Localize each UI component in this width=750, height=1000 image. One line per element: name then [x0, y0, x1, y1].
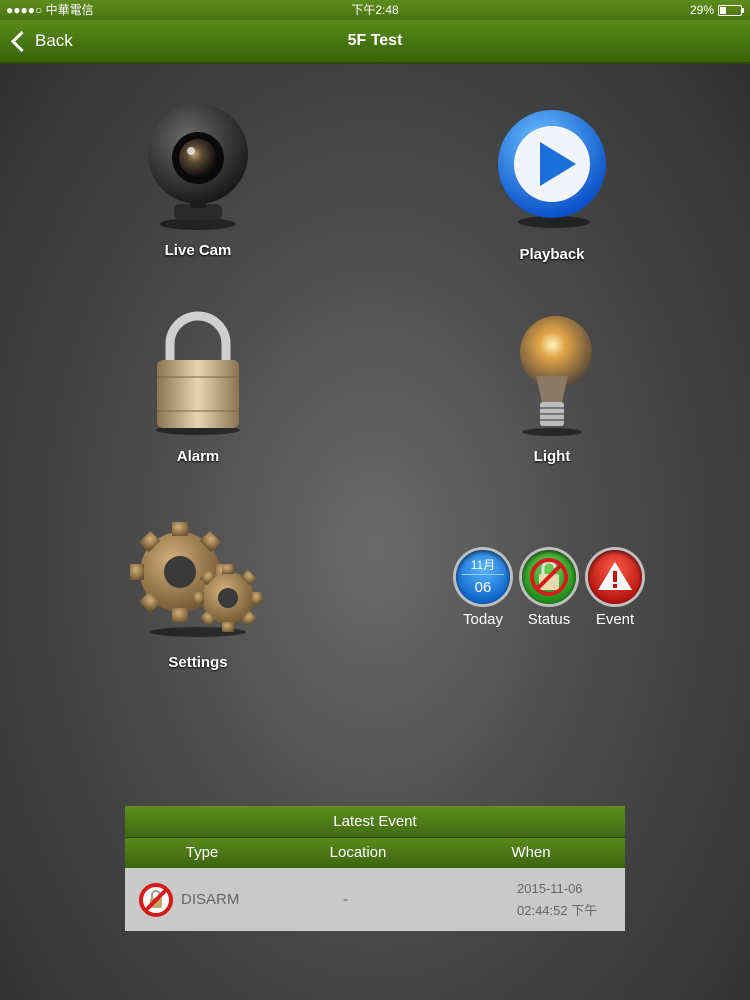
col-location: Location [329, 844, 387, 861]
lock-status-icon [522, 550, 576, 604]
light-button[interactable]: Light [452, 310, 652, 465]
table-header: Type Location When [125, 838, 625, 868]
col-type: Type [185, 844, 219, 861]
webcam-icon [148, 104, 248, 230]
nav-bar: 5F Test Back [0, 20, 750, 64]
battery-area: 29% [689, 0, 744, 20]
event-type-cell: DISARM [125, 882, 279, 917]
event-button[interactable]: Event [587, 550, 643, 628]
latest-event-title: Latest Event [125, 806, 625, 838]
clock: 下午2:48 [351, 3, 399, 17]
quick-buttons: 11月 06 Today Status Event [455, 550, 643, 628]
event-type: DISARM [181, 891, 240, 908]
gears-icon [130, 522, 262, 637]
event-label: Event [595, 611, 635, 628]
calendar-icon: 11月 06 [456, 550, 510, 604]
playback-label: Playback [519, 246, 585, 263]
chevron-left-icon [10, 30, 33, 52]
alarm-button[interactable]: Alarm [98, 310, 298, 465]
back-button[interactable]: Back [10, 20, 73, 62]
table-row[interactable]: DISARM - 2015-11-06 02:44:52 下午 [125, 868, 625, 931]
today-label: Today [462, 611, 504, 628]
event-time: 02:44:52 下午 [517, 902, 598, 918]
page-title: 5F Test [347, 32, 403, 49]
event-date: 2015-11-06 [517, 880, 583, 896]
settings-button[interactable]: Settings [98, 520, 298, 671]
light-label: Light [533, 448, 571, 465]
play-icon [498, 110, 606, 228]
settings-label: Settings [168, 654, 228, 671]
today-button[interactable]: 11月 06 Today [455, 550, 511, 628]
live-cam-button[interactable]: Live Cam [98, 102, 298, 259]
event-when-cell: 2015-11-06 02:44:52 下午 [437, 878, 625, 922]
battery-icon [718, 4, 744, 16]
playback-button[interactable]: Playback [452, 108, 652, 263]
live-cam-label: Live Cam [164, 242, 232, 259]
padlock-icon [156, 311, 240, 435]
status-button[interactable]: Status [521, 550, 577, 628]
latest-event-panel: Latest Event Type Location When DISARM -… [125, 806, 625, 931]
battery-percent: 29% [689, 3, 714, 17]
event-location: - [343, 891, 348, 908]
status-label: Status [527, 611, 571, 628]
disarm-icon [139, 882, 173, 917]
back-label: Back [35, 31, 73, 50]
warning-icon [588, 550, 642, 604]
col-when: When [511, 844, 551, 861]
today-day: 06 [474, 579, 492, 596]
alarm-label: Alarm [176, 448, 220, 465]
status-bar: ●●●●○ 中華電信 下午2:48 29% [0, 0, 750, 20]
today-month: 11月 [470, 558, 496, 572]
lightbulb-icon [520, 316, 592, 436]
